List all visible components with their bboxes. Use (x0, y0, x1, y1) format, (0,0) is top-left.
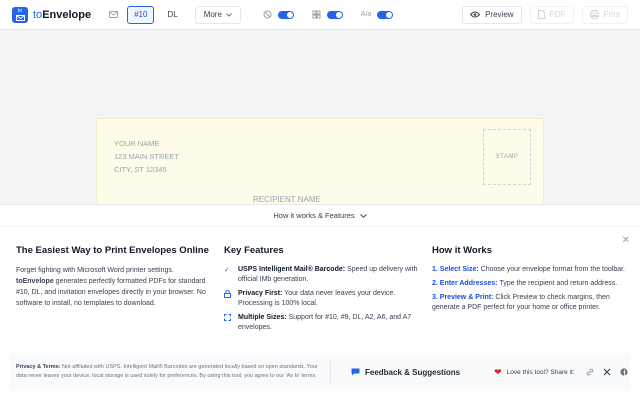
intro-paragraph-1: Forget fighting with Microsoft Word prin… (16, 267, 174, 274)
toggle-group: A/a (263, 10, 406, 19)
how-it-works-label: How it works & Features (273, 211, 355, 220)
heart-icon: ❤ (494, 366, 502, 377)
return-street: 123 MAIN STREET (114, 152, 180, 161)
more-dropdown[interactable]: More (194, 5, 241, 24)
printer-icon (589, 10, 599, 19)
grid-icon (312, 10, 321, 19)
return-city: CITY, ST 12345 (114, 165, 167, 174)
link-icon[interactable] (586, 368, 594, 376)
intro-brand: toEnvelope (16, 278, 54, 285)
case-toggle-label: A/a (360, 11, 372, 18)
share-section: ❤ Love this tool? Share it: (494, 366, 628, 378)
pdf-button[interactable]: PDF (529, 5, 574, 24)
file-icon (537, 10, 545, 19)
intro-paragraph-2: toEnvelope generates perfectly formatted… (16, 276, 212, 309)
mail-icon (105, 7, 121, 23)
toggle-switch-1[interactable] (277, 10, 294, 19)
step-title: 2. Enter Addresses: (432, 280, 498, 287)
envelope-canvas[interactable]: YOUR NAME 123 MAIN STREET CITY, ST 12345… (96, 118, 544, 218)
toggle-switch-3[interactable] (377, 10, 394, 19)
return-name: YOUR NAME (114, 139, 160, 148)
legal-text: Not affiliated with USPS. Intelligent Ma… (16, 364, 318, 379)
check-icon: ✓ (224, 267, 230, 274)
print-label: Print (603, 10, 620, 19)
x-twitter-icon[interactable] (603, 368, 611, 376)
recipient-address[interactable]: RECIPIENT NAME (253, 195, 321, 204)
print-button[interactable]: Print (581, 5, 628, 24)
preview-label: Preview (485, 10, 514, 19)
step-item: 3. Preview & Print: Click Preview to che… (432, 293, 628, 313)
how-it-works-column: How it Works 1. Select Size: Choose your… (432, 245, 628, 317)
stamp-label: STAMP (495, 154, 519, 160)
step-title: 1. Select Size: (432, 266, 479, 273)
brand-suffix: Envelope (42, 8, 92, 21)
recipient-name: RECIPIENT NAME (253, 195, 321, 204)
features-column: Key Features ✓ USPS Intelligent Mail® Ba… (224, 245, 420, 337)
share-label: Love this tool? Share it: (506, 368, 575, 376)
feedback-button[interactable]: Feedback & Suggestions (351, 368, 460, 377)
envelope-icon (15, 14, 25, 21)
chevron-down-icon (226, 12, 232, 17)
legal-title: Privacy & Terms: (16, 364, 61, 370)
app-logo[interactable]: to (12, 6, 28, 23)
preview-button[interactable]: Preview (462, 5, 522, 24)
footer-divider (330, 361, 331, 383)
pdf-label: PDF (549, 10, 566, 19)
info-panel: How it works & Features ✕ The Easiest Wa… (0, 204, 640, 400)
step-item: 2. Enter Addresses: Type the recipient a… (432, 279, 628, 289)
footer-bar: Privacy & Terms: Not affiliated with USP… (10, 353, 630, 391)
how-it-works-toggle[interactable]: How it works & Features (0, 205, 640, 227)
step-text: Type the recipient and return address. (497, 280, 618, 287)
how-title: How it Works (432, 245, 492, 256)
more-label: More (203, 10, 222, 19)
lock-icon (224, 289, 233, 309)
step-title: 3. Preview & Print: (432, 294, 494, 301)
expand-icon (224, 313, 233, 333)
action-group: Preview PDF Print (462, 5, 628, 24)
step-item: 1. Select Size: Choose your envelope for… (432, 265, 628, 275)
brand-prefix: to (33, 8, 43, 21)
intro-column: The Easiest Way to Print Envelopes Onlin… (16, 245, 212, 309)
stamp-placeholder: STAMP (483, 129, 531, 185)
features-title: Key Features (224, 245, 284, 256)
no-barcode-icon (263, 10, 272, 19)
legal-notice: Privacy & Terms: Not affiliated with USP… (10, 363, 320, 381)
toggle-switch-2[interactable] (326, 10, 343, 19)
brand-name[interactable]: toEnvelope (33, 9, 91, 21)
top-toolbar: to toEnvelope #10 DL More A/a Preview PD… (0, 0, 640, 30)
feature-title: Multiple Sizes: (238, 314, 287, 321)
chevron-down-icon (359, 213, 367, 218)
feedback-label: Feedback & Suggestions (365, 367, 461, 377)
feature-item: ✓ USPS Intelligent Mail® Barcode: Speed … (224, 265, 420, 285)
chat-icon (351, 368, 360, 376)
feature-item: Multiple Sizes: Support for #10, #9, DL,… (224, 313, 420, 333)
eye-icon (470, 11, 481, 18)
feature-item: Privacy First: Your data never leaves yo… (224, 289, 420, 309)
format-10-button[interactable]: #10 (127, 5, 155, 24)
format-dl-button[interactable]: DL (160, 5, 185, 24)
format-group: #10 DL More (105, 5, 241, 24)
feature-title: USPS Intelligent Mail® Barcode: (238, 266, 346, 273)
facebook-icon[interactable] (620, 368, 628, 376)
feature-title: Privacy First: (238, 290, 283, 297)
step-text: Choose your envelope format from the too… (478, 266, 626, 273)
logo-text: to (17, 7, 23, 14)
return-address[interactable]: YOUR NAME 123 MAIN STREET CITY, ST 12345 (114, 137, 179, 176)
intro-title: The Easiest Way to Print Envelopes Onlin… (16, 245, 209, 256)
